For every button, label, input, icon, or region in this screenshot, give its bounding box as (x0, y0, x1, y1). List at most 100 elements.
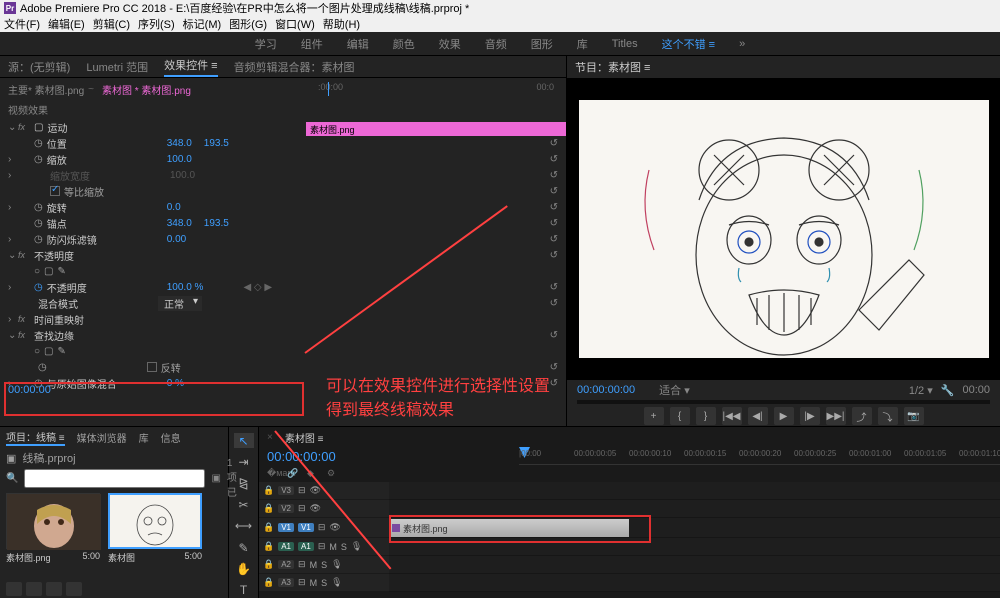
ws-assembly[interactable]: 组件 (301, 36, 323, 52)
position-y[interactable]: 193.5 (204, 138, 229, 149)
mark-in-button[interactable]: { (670, 407, 690, 425)
mini-timeline[interactable]: :00:00 00:0 (298, 82, 558, 96)
blendorig-val[interactable]: 0 % (167, 378, 184, 389)
play-button[interactable]: ▶ (774, 407, 794, 425)
timeremap-title[interactable]: 时间重映射 (34, 312, 154, 327)
slip-tool[interactable]: ⟷ (234, 519, 254, 534)
menu-marker[interactable]: 标记(M) (183, 16, 222, 32)
track-a1[interactable]: 🔒A1A1⊟MS🎙 (259, 538, 389, 556)
ws-overflow-icon[interactable]: » (739, 38, 745, 50)
antiflicker-val[interactable]: 0.00 (167, 234, 186, 245)
fx-icon[interactable]: fx (18, 122, 34, 132)
bin-icon[interactable]: ▣ (6, 452, 16, 465)
track-content[interactable]: 素材图.png (389, 482, 1000, 592)
tab-info[interactable]: 信息 (161, 430, 181, 445)
icon-view-icon[interactable] (26, 582, 42, 596)
program-title[interactable]: 节目：素材图 ≡ (575, 59, 650, 75)
ws-titles[interactable]: Titles (612, 38, 638, 50)
ws-effects[interactable]: 效果 (439, 36, 461, 52)
razor-tool[interactable]: ✂ (234, 497, 254, 512)
track-a2[interactable]: 🔒A2⊟MS🎙 (259, 556, 389, 574)
project-item-1[interactable]: 素材图5:00 (108, 493, 202, 566)
bin-path-icon[interactable]: ▣ (211, 473, 220, 484)
filter-input[interactable] (24, 469, 205, 488)
project-item-0[interactable]: 素材图.png5:00 (6, 493, 100, 566)
mask-rect-icon[interactable]: ▢ (44, 266, 53, 277)
timeline-tab[interactable]: 素材图 ≡ (285, 430, 324, 445)
ws-audio[interactable]: 音频 (485, 36, 507, 52)
track-a3[interactable]: 🔒A3⊟MS🎙 (259, 574, 389, 592)
resolution-dropdown[interactable]: 1/2 ▾ (909, 384, 933, 397)
pen-tool[interactable]: ✎ (234, 540, 254, 555)
step-back-button[interactable]: ◀| (748, 407, 768, 425)
hand-tool[interactable]: ✋ (234, 561, 254, 576)
menu-clip[interactable]: 剪辑(C) (93, 16, 130, 32)
timeline-ruler[interactable]: |00:00 00:00:00:05 00:00:00:10 00:00:00:… (519, 447, 1000, 465)
opacity-title[interactable]: 不透明度 (34, 248, 154, 263)
opacity-val[interactable]: 100.0 % (167, 282, 204, 293)
timeline-tc[interactable]: 00:00:00:00 (259, 447, 389, 466)
tab-effect-controls[interactable]: 效果控件 ≡ (164, 57, 217, 77)
extract-button[interactable]: ⤵ (878, 407, 898, 425)
snap-icon[interactable]: �магн (267, 468, 281, 480)
settings-icon[interactable]: ⚙ (327, 468, 341, 480)
menu-help[interactable]: 帮助(H) (323, 16, 360, 32)
link-icon[interactable]: 🔗 (287, 468, 301, 480)
timeline-clip[interactable]: 素材图.png (389, 519, 629, 537)
anchor-y[interactable]: 193.5 (204, 218, 229, 229)
mask-ellipse-icon[interactable]: ○ (34, 266, 40, 277)
thumb-0[interactable] (6, 493, 100, 549)
eye-icon[interactable]: 👁 (310, 485, 321, 496)
rotation-val[interactable]: 0.0 (167, 202, 181, 213)
tab-media-browser[interactable]: 媒体浏览器 (77, 430, 127, 445)
mini-playhead[interactable] (328, 82, 329, 96)
tab-project[interactable]: 项目：线稿 ≡ (6, 429, 65, 446)
export-frame-button[interactable]: 📷 (904, 407, 924, 425)
search-icon[interactable]: 🔍 (6, 473, 18, 484)
tab-lib[interactable]: 库 (139, 430, 149, 445)
add-marker-button[interactable]: + (644, 407, 664, 425)
keyframe-nav[interactable]: ◀ ◇ ▶ (243, 282, 272, 293)
goto-out-button[interactable]: ▶▶| (826, 407, 846, 425)
lock-icon[interactable]: 🔒 (263, 485, 274, 496)
position-x[interactable]: 348.0 (167, 138, 192, 149)
anchor-x[interactable]: 348.0 (167, 218, 192, 229)
mask-pen-icon[interactable]: ✎ (58, 266, 66, 277)
menu-edit[interactable]: 编辑(E) (48, 16, 85, 32)
findedges-title[interactable]: 查找边缘 (34, 328, 154, 343)
invert-checkbox[interactable] (147, 362, 157, 372)
lift-button[interactable]: ⤴ (852, 407, 872, 425)
mask-rect-icon[interactable]: ▢ (44, 346, 53, 357)
keyframe-stopwatch-icon[interactable]: ◷ (34, 282, 43, 293)
uniform-checkbox[interactable] (50, 186, 60, 196)
type-tool[interactable]: T (234, 583, 254, 598)
clip-bar[interactable]: 素材图.png (306, 122, 566, 136)
effect-tc[interactable]: 00:00:00 (8, 384, 51, 396)
tab-lumetri[interactable]: Lumetri 范围 (86, 59, 148, 75)
ws-editing[interactable]: 编辑 (347, 36, 369, 52)
tab-source[interactable]: 源：(无剪辑) (8, 59, 70, 75)
wrench-icon[interactable]: 🔧 (941, 384, 955, 397)
scale-val[interactable]: 100.0 (167, 154, 192, 165)
program-tc[interactable]: 00:00:00:00 (577, 384, 635, 396)
menu-window[interactable]: 窗口(W) (275, 16, 315, 32)
ws-custom[interactable]: 这个不错 ≡ (662, 36, 715, 52)
motion-title[interactable]: 运动 (47, 120, 167, 135)
mic-icon[interactable]: 🎙 (351, 541, 362, 552)
freeform-icon[interactable] (46, 582, 62, 596)
stopwatch-icon[interactable]: ◷ (34, 138, 43, 149)
clip-label[interactable]: 素材图 * 素材图.png (102, 82, 191, 97)
ws-learn[interactable]: 学习 (255, 36, 277, 52)
menu-sequence[interactable]: 序列(S) (138, 16, 175, 32)
ws-graphics[interactable]: 图形 (531, 36, 553, 52)
list-view-icon[interactable] (6, 582, 22, 596)
program-scrubber[interactable] (577, 400, 990, 404)
menu-graphics[interactable]: 图形(G) (229, 16, 267, 32)
ws-library[interactable]: 库 (577, 36, 588, 52)
fit-dropdown[interactable]: 适合 ▾ (659, 382, 690, 398)
mark-out-button[interactable]: } (696, 407, 716, 425)
program-monitor[interactable] (567, 78, 1000, 380)
track-v2[interactable]: 🔒V2⊟👁 (259, 500, 389, 518)
goto-in-button[interactable]: |◀◀ (722, 407, 742, 425)
tab-audio-mixer[interactable]: 音频剪辑混合器：素材图 (234, 59, 355, 75)
